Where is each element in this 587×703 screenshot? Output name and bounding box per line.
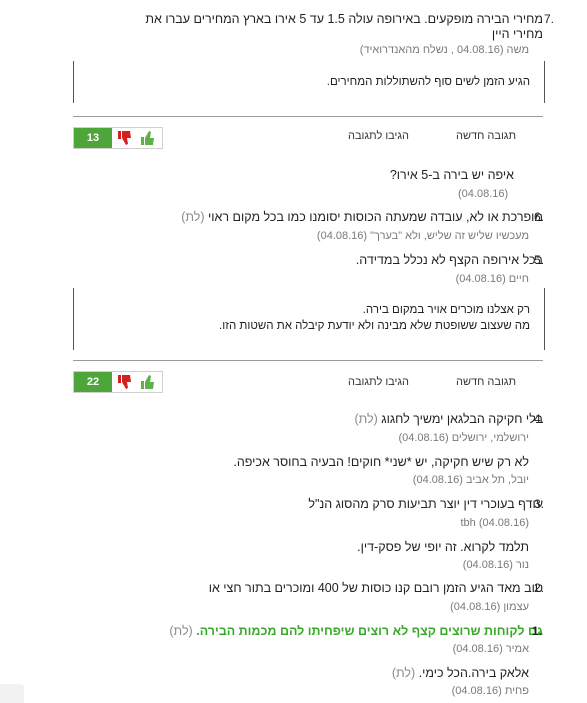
- reply-meta: נור (04.08.16): [462, 559, 529, 571]
- comment-number: 1.: [532, 624, 543, 638]
- no-text-tag: (לת): [354, 412, 378, 426]
- thumbs-up-icon[interactable]: [138, 129, 158, 147]
- no-text-tag: (לת): [169, 624, 193, 638]
- thumbs-up-icon[interactable]: [138, 373, 158, 391]
- comment-meta: משה (04.08.16 , נשלח מהאנדרואיד): [359, 44, 529, 56]
- comments-page: מחירי הבירה מופקעים. באירופה עולה 1.5 עד…: [0, 0, 587, 703]
- comment-number: 7.: [544, 12, 555, 26]
- comment-body-line: מה שעצוב ששופטת שלא מבינה ולא יודעת קיבל…: [219, 320, 530, 332]
- reply-link[interactable]: הגיבו לתגובה: [348, 130, 409, 142]
- comment-body-box: רק אצלנו מוכרים אויר במקום בירה. מה שעצו…: [73, 288, 545, 350]
- vote-score: 22: [74, 372, 112, 392]
- reply-title[interactable]: איפה יש בירה ב-5 אירו?: [390, 168, 514, 183]
- comment-body-box: הגיע הזמן לשים סוף להשתוללות המחירים.: [73, 61, 545, 103]
- comment-number: 4.: [534, 412, 545, 426]
- new-comment-link[interactable]: תגובה חדשה: [456, 130, 516, 142]
- comment-number: 6.: [534, 210, 545, 224]
- divider: [73, 116, 543, 117]
- reply-title-text: אלאק בירה.הכל כימי.: [418, 666, 529, 680]
- new-comment-link[interactable]: תגובה חדשה: [456, 376, 516, 388]
- comment-title[interactable]: טוב מאד הגיע הזמן רובם קנו כוסות של 400 …: [209, 581, 543, 596]
- comment-title[interactable]: עודף בעוכרי דין יוצר תביעות סרק מהסוג הנ…: [308, 497, 543, 512]
- thumbs-down-icon[interactable]: [116, 129, 136, 147]
- comment-title[interactable]: מחירי הבירה מופקעים. באירופה עולה 1.5 עד…: [43, 12, 543, 42]
- comment-meta: אמיר (04.08.16): [452, 643, 529, 655]
- reply-meta: (04.08.16): [458, 188, 509, 200]
- reply-meta: יובל, תל אביב (04.08.16): [412, 474, 529, 486]
- vote-score: 13: [74, 128, 112, 148]
- vote-widget: 13: [73, 127, 163, 149]
- comment-title[interactable]: בכל אירופה הקצף לא נכלל במדידה.: [356, 253, 543, 268]
- comment-number: 2.: [534, 581, 545, 595]
- comment-title[interactable]: מופרכת או לא, עובדה שמעתה הכוסות יסומנו …: [181, 210, 543, 225]
- no-text-tag: (לת): [391, 666, 416, 680]
- comment-title[interactable]: בלי חקיקה הבלגאן ימשיך לחגוג (לת): [354, 412, 543, 427]
- comment-body: הגיע הזמן לשים סוף להשתוללות המחירים.: [326, 76, 530, 88]
- comment-title-line: מחירי היין: [491, 27, 543, 41]
- reply-title[interactable]: אלאק בירה.הכל כימי. (לת): [392, 666, 529, 681]
- vote-widget: 22: [73, 371, 163, 393]
- comment-title-text: בלי חקיקה הבלגאן ימשיך לחגוג: [381, 412, 543, 426]
- comment-meta: חיים (04.08.16): [455, 273, 529, 285]
- comment-number: 5.: [534, 253, 545, 267]
- comment-meta: עצמון (04.08.16): [450, 601, 529, 613]
- comment-body: רק אצלנו מוכרים אויר במקום בירה. מה שעצו…: [219, 302, 530, 334]
- comment-title-text: גם לקוחות שרוצים קצף לא רוצים שיפחיתו לה…: [196, 624, 543, 638]
- reply-title[interactable]: תלמד לקרוא. זה יופי של פסק-דין.: [357, 540, 529, 555]
- comment-number: 3.: [534, 497, 545, 511]
- reply-link[interactable]: הגיבו לתגובה: [348, 376, 409, 388]
- comment-title[interactable]: גם לקוחות שרוצים קצף לא רוצים שיפחיתו לה…: [169, 624, 543, 639]
- comment-meta: tbh (04.08.16): [460, 517, 530, 529]
- reply-meta: פחית (04.08.16): [451, 685, 529, 697]
- comment-meta: מעכשיו שליש זה שליש, ולא "בערך" (04.08.1…: [316, 230, 529, 242]
- corner-tab: [0, 684, 24, 703]
- comment-meta: ירושלמי, ירושלים (04.08.16): [398, 432, 529, 444]
- reply-title[interactable]: לא רק שיש חקיקה, יש *שני* חוקים! הבעיה ב…: [233, 455, 529, 470]
- comment-title-line: מחירי הבירה מופקעים. באירופה עולה 1.5 עד…: [145, 12, 543, 26]
- comment-body-line: רק אצלנו מוכרים אויר במקום בירה.: [362, 304, 530, 316]
- thumbs-down-icon[interactable]: [116, 373, 136, 391]
- divider: [73, 360, 543, 361]
- no-text-tag: (לת): [181, 210, 205, 224]
- comment-title-text: מופרכת או לא, עובדה שמעתה הכוסות יסומנו …: [208, 210, 543, 224]
